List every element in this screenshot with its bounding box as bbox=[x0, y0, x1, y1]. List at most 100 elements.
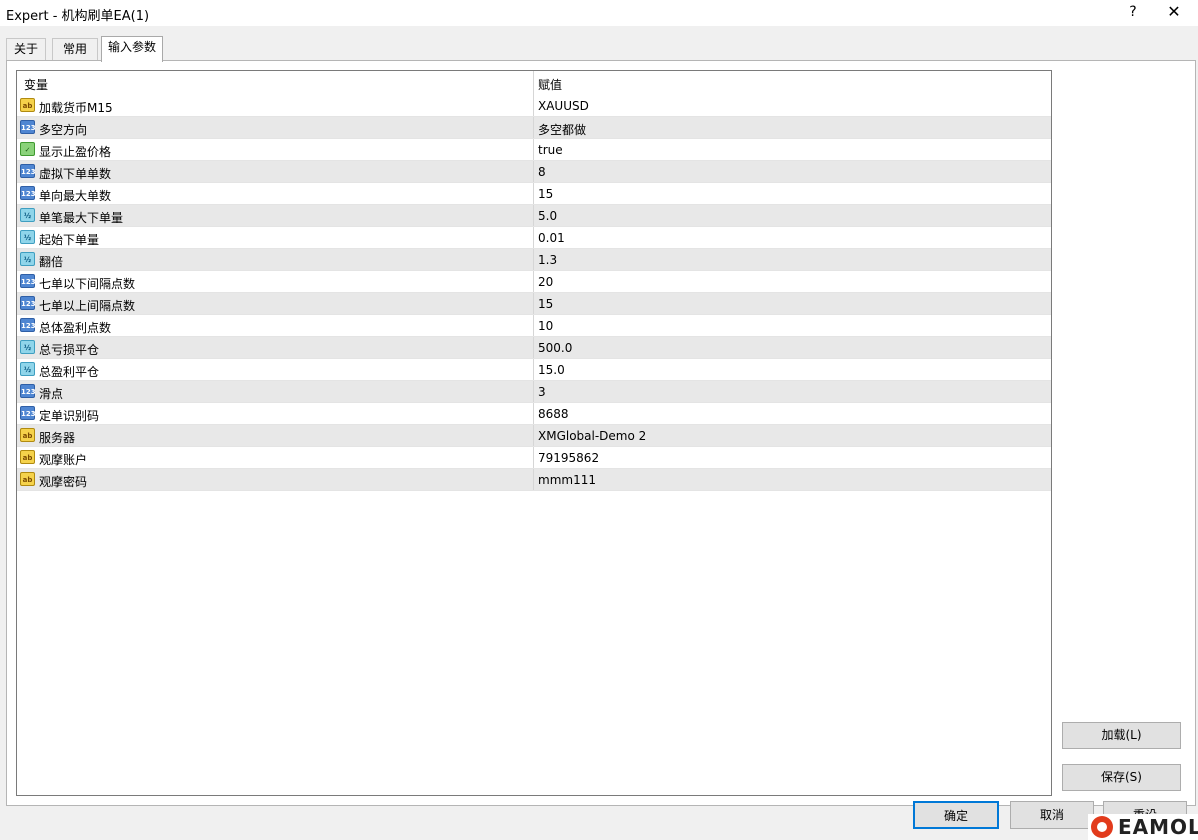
param-row[interactable]: ab 观摩密码 mmm111 bbox=[17, 469, 1051, 491]
param-row[interactable]: ✓ 显示止盈价格 true bbox=[17, 139, 1051, 161]
param-row[interactable]: 123 虚拟下单单数 8 bbox=[17, 161, 1051, 183]
column-divider bbox=[533, 183, 534, 204]
param-row[interactable]: ½ 总盈利平仓 15.0 bbox=[17, 359, 1051, 381]
double-type-icon: ½ bbox=[20, 252, 35, 266]
param-value[interactable]: 20 bbox=[538, 275, 553, 289]
param-name: 虚拟下单单数 bbox=[39, 167, 112, 181]
param-row[interactable]: 123 滑点 3 bbox=[17, 381, 1051, 403]
param-name: 服务器 bbox=[39, 431, 76, 445]
double-type-icon: ½ bbox=[20, 230, 35, 244]
param-name: 滑点 bbox=[39, 387, 64, 401]
param-value[interactable]: 15.0 bbox=[538, 363, 565, 377]
param-row[interactable]: 123 单向最大单数 15 bbox=[17, 183, 1051, 205]
param-name: 观摩账户 bbox=[39, 453, 88, 467]
watermark-text: EAMOL bbox=[1118, 815, 1198, 839]
grid-header: 变量 赋值 bbox=[17, 71, 1051, 95]
cancel-button[interactable]: 取消 bbox=[1010, 801, 1094, 829]
param-row[interactable]: ½ 单笔最大下单量 5.0 bbox=[17, 205, 1051, 227]
param-value[interactable]: 0.01 bbox=[538, 231, 565, 245]
tab-common[interactable]: 常用 bbox=[52, 38, 98, 61]
param-name: 单向最大单数 bbox=[39, 189, 112, 203]
param-value[interactable]: XMGlobal-Demo 2 bbox=[538, 429, 646, 443]
param-value[interactable]: 多空都做 bbox=[538, 121, 586, 138]
param-value[interactable]: 15 bbox=[538, 297, 553, 311]
help-button[interactable]: ? bbox=[1123, 2, 1143, 22]
param-row[interactable]: ½ 总亏损平仓 500.0 bbox=[17, 337, 1051, 359]
param-value[interactable]: true bbox=[538, 143, 563, 157]
column-divider bbox=[533, 271, 534, 292]
save-button[interactable]: 保存(S) bbox=[1062, 764, 1181, 791]
param-name: 显示止盈价格 bbox=[39, 145, 112, 159]
param-value[interactable]: 1.3 bbox=[538, 253, 557, 267]
param-value[interactable]: 79195862 bbox=[538, 451, 599, 465]
column-divider bbox=[533, 139, 534, 160]
param-name: 总亏损平仓 bbox=[39, 343, 100, 357]
param-value[interactable]: 15 bbox=[538, 187, 553, 201]
param-name: 总盈利平仓 bbox=[39, 365, 100, 379]
column-divider bbox=[533, 337, 534, 358]
param-value[interactable]: 10 bbox=[538, 319, 553, 333]
column-divider bbox=[533, 117, 534, 138]
column-divider bbox=[533, 315, 534, 336]
column-divider bbox=[533, 469, 534, 490]
close-button[interactable]: ✕ bbox=[1163, 2, 1185, 22]
integer-type-icon: 123 bbox=[20, 120, 36, 134]
param-name: 七单以下间隔点数 bbox=[39, 277, 136, 291]
param-value[interactable]: mmm111 bbox=[538, 473, 596, 487]
param-name: 单笔最大下单量 bbox=[39, 211, 124, 225]
column-divider bbox=[533, 293, 534, 314]
load-button[interactable]: 加载(L) bbox=[1062, 722, 1181, 749]
param-name: 总体盈利点数 bbox=[39, 321, 112, 335]
param-value[interactable]: XAUUSD bbox=[538, 99, 589, 113]
integer-type-icon: 123 bbox=[20, 296, 36, 310]
param-row[interactable]: 123 七单以下间隔点数 20 bbox=[17, 271, 1051, 293]
parameters-grid: 变量 赋值 ab 加载货币M15 XAUUSD 123 多空方向 多空都做 ✓ 显示止盈价格 t… bbox=[16, 70, 1052, 796]
column-header-value[interactable]: 赋值 bbox=[538, 76, 562, 93]
column-divider bbox=[533, 249, 534, 270]
tab-about[interactable]: 关于 bbox=[6, 38, 46, 61]
param-value[interactable]: 500.0 bbox=[538, 341, 572, 355]
param-name: 定单识别码 bbox=[39, 409, 100, 423]
param-row[interactable]: ab 服务器 XMGlobal-Demo 2 bbox=[17, 425, 1051, 447]
param-row[interactable]: ½ 翻倍 1.3 bbox=[17, 249, 1051, 271]
param-row[interactable]: 123 多空方向 多空都做 bbox=[17, 117, 1051, 139]
column-divider bbox=[533, 71, 534, 95]
ok-button[interactable]: 确定 bbox=[913, 801, 999, 829]
param-value[interactable]: 8688 bbox=[538, 407, 569, 421]
param-value[interactable]: 3 bbox=[538, 385, 546, 399]
window-title: Expert - 机构刷单EA(1) bbox=[6, 9, 150, 24]
column-divider bbox=[533, 227, 534, 248]
column-divider bbox=[533, 161, 534, 182]
grid-body: ab 加载货币M15 XAUUSD 123 多空方向 多空都做 ✓ 显示止盈价格 true 123… bbox=[17, 95, 1051, 491]
eamol-logo-icon bbox=[1091, 816, 1113, 838]
column-divider bbox=[533, 447, 534, 468]
integer-type-icon: 123 bbox=[20, 274, 36, 288]
param-row[interactable]: ab 观摩账户 79195862 bbox=[17, 447, 1051, 469]
title-bar: Expert - 机构刷单EA(1) ? ✕ bbox=[0, 0, 1198, 26]
param-value[interactable]: 5.0 bbox=[538, 209, 557, 223]
column-header-variable[interactable]: 变量 bbox=[24, 76, 48, 93]
integer-type-icon: 123 bbox=[20, 384, 36, 398]
tab-inputs[interactable]: 输入参数 bbox=[101, 36, 163, 62]
param-name: 多空方向 bbox=[39, 123, 88, 137]
double-type-icon: ½ bbox=[20, 362, 35, 376]
param-row[interactable]: ½ 起始下单量 0.01 bbox=[17, 227, 1051, 249]
string-type-icon: ab bbox=[20, 428, 35, 442]
column-divider bbox=[533, 403, 534, 424]
param-name: 加载货币M15 bbox=[39, 101, 113, 115]
param-name: 七单以上间隔点数 bbox=[39, 299, 136, 313]
param-name: 翻倍 bbox=[39, 255, 64, 269]
bool-type-icon: ✓ bbox=[20, 142, 35, 156]
column-divider bbox=[533, 381, 534, 402]
param-value[interactable]: 8 bbox=[538, 165, 546, 179]
column-divider bbox=[533, 95, 534, 116]
double-type-icon: ½ bbox=[20, 208, 35, 222]
param-row[interactable]: 123 定单识别码 8688 bbox=[17, 403, 1051, 425]
integer-type-icon: 123 bbox=[20, 164, 36, 178]
watermark: EAMOL bbox=[1088, 814, 1198, 840]
param-row[interactable]: 123 七单以上间隔点数 15 bbox=[17, 293, 1051, 315]
param-name: 观摩密码 bbox=[39, 475, 88, 489]
param-row[interactable]: ab 加载货币M15 XAUUSD bbox=[17, 95, 1051, 117]
param-row[interactable]: 123 总体盈利点数 10 bbox=[17, 315, 1051, 337]
integer-type-icon: 123 bbox=[20, 318, 36, 332]
